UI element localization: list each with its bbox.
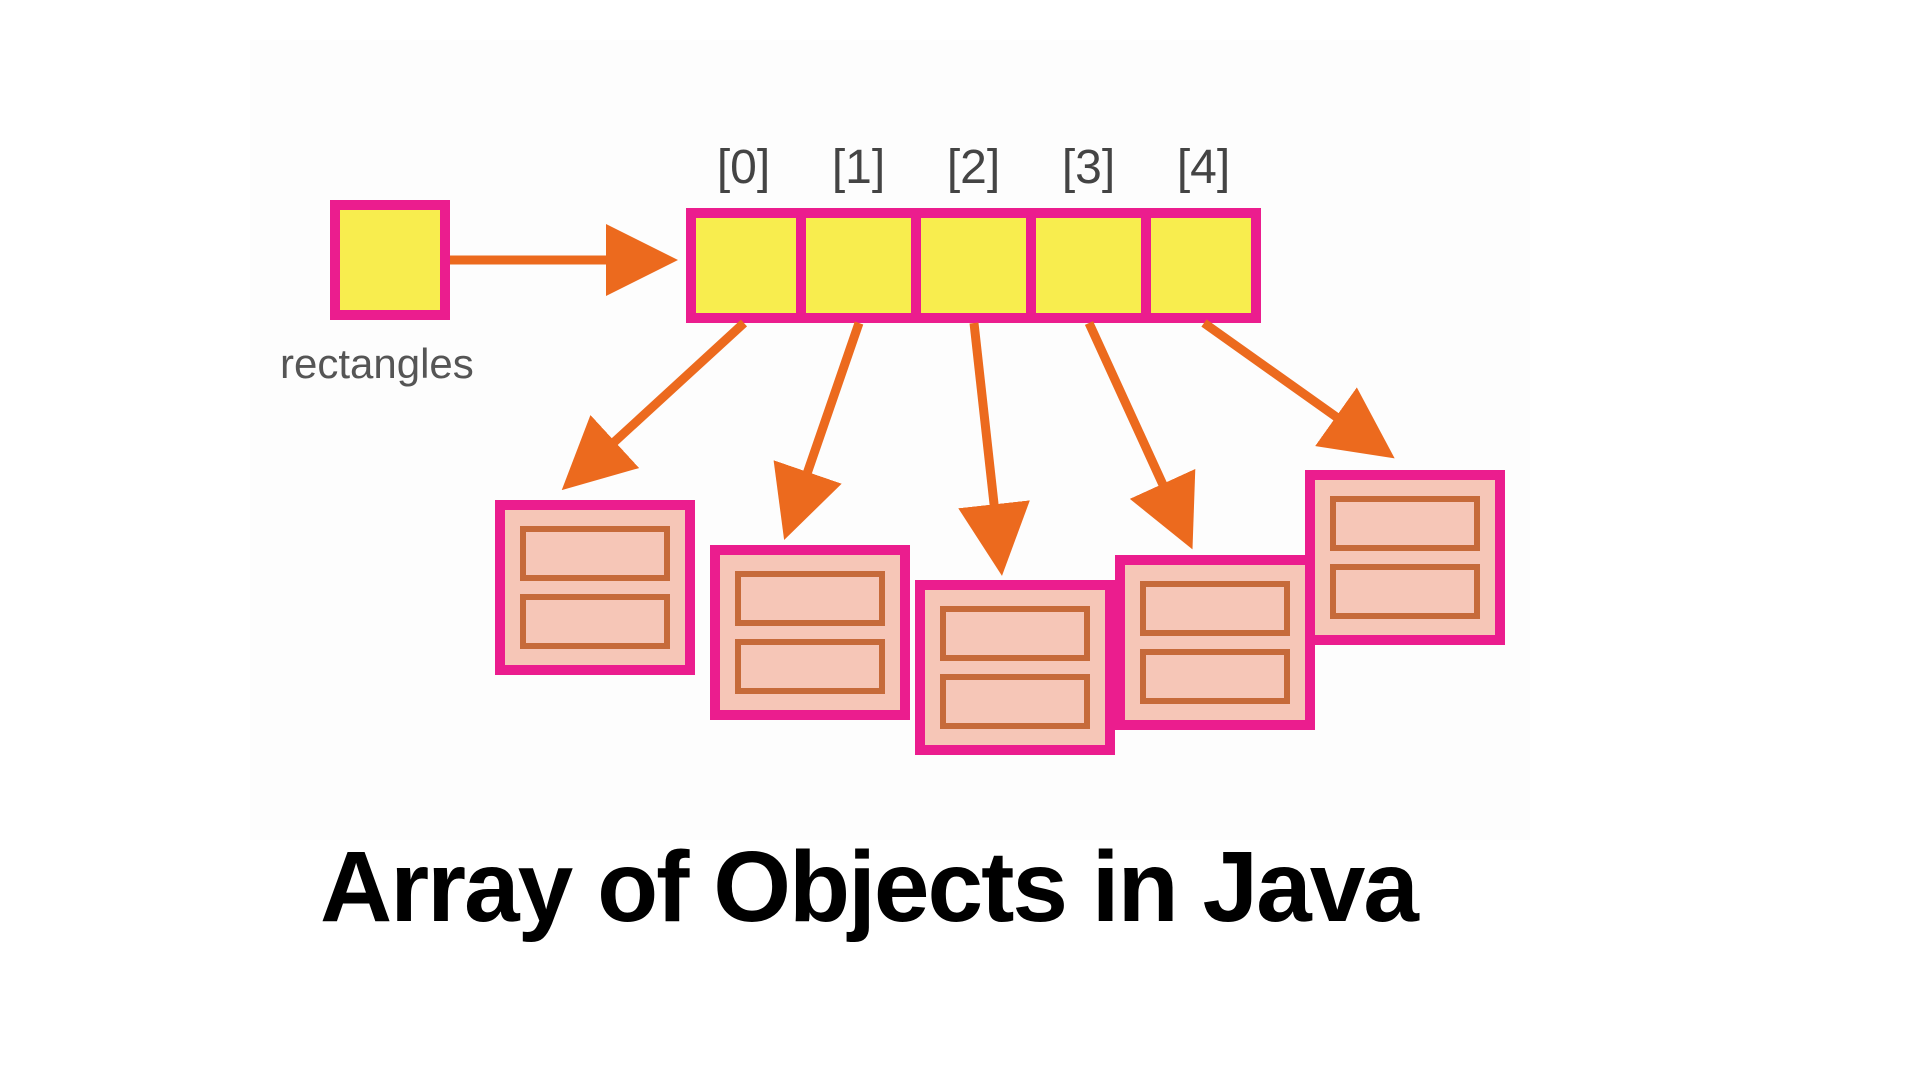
object-box-3 <box>1115 555 1315 730</box>
object-field <box>520 594 670 649</box>
array-cell-4 <box>1146 208 1261 323</box>
object-field <box>735 639 885 694</box>
reference-variable-box <box>330 200 450 320</box>
object-box-4 <box>1305 470 1505 645</box>
reference-variable-label: rectangles <box>280 340 474 388</box>
array-cell-1 <box>801 208 916 323</box>
index-label-1: [1] <box>801 140 916 195</box>
object-field <box>1140 649 1290 704</box>
object-field <box>940 606 1090 661</box>
array-cell-3 <box>1031 208 1146 323</box>
object-field <box>1140 581 1290 636</box>
index-label-3: [3] <box>1031 140 1146 195</box>
object-field <box>735 571 885 626</box>
index-label-4: [4] <box>1146 140 1261 195</box>
object-field <box>520 526 670 581</box>
object-field <box>940 674 1090 729</box>
object-box-1 <box>710 545 910 720</box>
object-field <box>1330 564 1480 619</box>
page-title: Array of Objects in Java <box>320 830 1417 945</box>
object-field <box>1330 496 1480 551</box>
object-box-0 <box>495 500 695 675</box>
index-label-0: [0] <box>686 140 801 195</box>
object-box-2 <box>915 580 1115 755</box>
array-cell-2 <box>916 208 1031 323</box>
index-label-2: [2] <box>916 140 1031 195</box>
array-cell-0 <box>686 208 801 323</box>
